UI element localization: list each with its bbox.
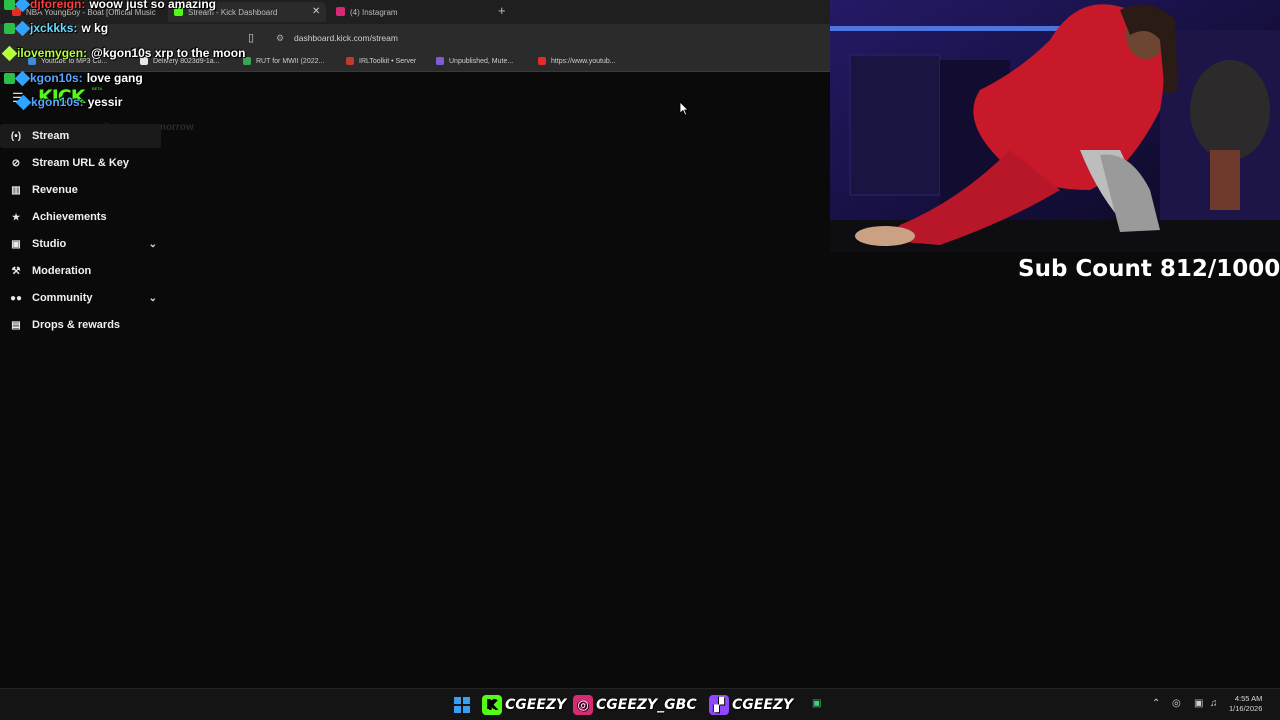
beta-badge: BETA [92, 86, 103, 91]
sidebar-item-label: Drops & rewards [32, 319, 121, 331]
bookmark-label: https://www.youtub... [551, 57, 616, 65]
chat-badge-icon [1, 45, 18, 61]
chat-username: ilovemygen: [17, 46, 88, 60]
twitch-handle: ▞ CGEEZY [709, 694, 793, 716]
sidebar-item-stream-url-key[interactable]: ⊘ Stream URL & Key [0, 151, 161, 175]
sidebar-item-achievements[interactable]: ★ Achievements [0, 205, 161, 229]
url-text: dashboard.kick.com/stream [294, 33, 398, 43]
chat-username: jxckkks: [30, 21, 78, 35]
terminal-icon[interactable]: ▣ [812, 698, 821, 709]
chat-text: woow just so amazing [89, 0, 217, 11]
bookmark-favicon-icon [346, 57, 354, 65]
tab-label: (4) Instagram [350, 7, 398, 17]
sidebar-item-label: Studio [32, 238, 67, 250]
users-icon: ●● [9, 292, 23, 304]
chevron-up-icon[interactable]: ⌃ [1152, 698, 1160, 709]
sidebar-item-label: Stream [32, 130, 70, 142]
screen: NBA YoungBoy - Boat [Official Music Stre… [0, 0, 1280, 720]
sidebar-item-label: Revenue [32, 184, 78, 196]
mouse-cursor-icon [679, 101, 689, 116]
sub-count-overlay: Sub Count 812/1000 [1018, 256, 1280, 282]
clock-time: 4:55 AM [1234, 694, 1263, 703]
bookmark-label: Unpublished, Mute... [449, 57, 514, 65]
sidebar-item-revenue[interactable]: ▥ Revenue [0, 178, 161, 202]
webcam-feed [830, 0, 1280, 252]
sidebar-item-community[interactable]: ●● Community ⌄ [0, 286, 161, 310]
bookmark-label: IRLToolkit • Server [359, 57, 417, 65]
chat-text: love gang [86, 71, 143, 85]
volume-icon[interactable]: ♫ [1210, 698, 1218, 709]
bookmark-label: RUT for MWII (2022... [256, 57, 325, 65]
chat-message: djforeign: woow just so amazing [4, 0, 217, 12]
kick-handle: K CGEEZY [482, 694, 566, 716]
chat-text: @kgon10s xrp to the moon [91, 46, 246, 60]
sidebar-item-studio[interactable]: ▣ Studio ⌄ [0, 232, 161, 256]
clock-date: 1/16/2026 [1229, 704, 1263, 713]
sidebar-item-drops-rewards[interactable]: ▤ Drops & rewards [0, 313, 161, 337]
bookmark-favicon-icon [436, 57, 444, 65]
hammer-icon: ⚒ [11, 265, 21, 277]
sidebar-item-stream[interactable]: (•) Stream [0, 124, 161, 148]
chat-message: kgon10s: love gang [4, 70, 143, 86]
bookmark-item[interactable]: Unpublished, Mute... [436, 57, 513, 65]
bookmark-item[interactable]: RUT for MWII (2022... [243, 57, 324, 65]
chat-text: w kg [81, 21, 109, 35]
new-tab-button[interactable]: + [498, 3, 506, 18]
kick-handle-text: CGEEZY [505, 697, 567, 713]
sidebar-item-moderation[interactable]: ⚒ Moderation [0, 259, 161, 283]
trophy-icon: ★ [11, 211, 21, 222]
bookmark-star-icon[interactable]: ▯ [248, 31, 254, 44]
chart-icon: ▥ [11, 184, 21, 196]
kick-icon: K [482, 695, 502, 715]
close-tab-icon[interactable]: ✕ [312, 6, 320, 17]
chat-username: kgon10s: [30, 71, 83, 85]
instagram-favicon-icon [336, 7, 345, 16]
chat-message: kgon10s: yessir [4, 94, 123, 110]
chat-badge-icon [14, 0, 31, 12]
sidebar-item-label: Community [32, 292, 93, 304]
chat-badge-icon [4, 0, 15, 10]
windows-start-icon[interactable] [454, 697, 470, 713]
network-icon[interactable]: ▣ [1194, 698, 1203, 709]
url-field[interactable]: ⚙ dashboard.kick.com/stream [270, 29, 810, 47]
tab-instagram[interactable]: (4) Instagram [330, 2, 490, 22]
chevron-down-icon[interactable]: ⌄ [149, 293, 157, 304]
twitch-icon: ▞ [709, 695, 729, 715]
chat-username: djforeign: [30, 0, 86, 11]
site-info-icon[interactable]: ⚙ [276, 33, 284, 44]
bookmark-favicon-icon [538, 57, 546, 65]
sidebar-item-label: Achievements [32, 211, 107, 223]
bookmark-item[interactable]: IRLToolkit • Server [346, 57, 416, 65]
chat-message: ilovemygen: @kgon10s xrp to the moon [1, 45, 246, 61]
chat-username: kgon10s: [31, 95, 84, 109]
link-icon: ⊘ [11, 157, 21, 169]
instagram-icon: ◎ [573, 695, 593, 715]
chat-badge-icon [15, 94, 32, 110]
chat-text: yessir [87, 95, 123, 109]
bookmark-item[interactable]: https://www.youtub... [538, 57, 616, 65]
gift-icon: ▤ [11, 319, 21, 331]
sidebar-item-label: Moderation [32, 265, 92, 277]
chat-message: jxckkks: w kg [4, 20, 109, 36]
windows-taskbar: K CGEEZY ◎ CGEEZY_GBC ▞ CGEEZY ▣ ⌃ ◎ ▣ ♫… [0, 688, 1280, 720]
chevron-down-icon[interactable]: ⌄ [149, 239, 157, 250]
chat-badge-icon [14, 70, 31, 86]
twitch-handle-text: CGEEZY [732, 697, 794, 713]
broadcast-icon: (•) [10, 130, 22, 142]
instagram-handle: ◎ CGEEZY_GBC [573, 694, 697, 716]
microphone-icon[interactable]: ◎ [1172, 698, 1181, 709]
system-clock[interactable]: 4:55 AM 1/16/2026 [1229, 694, 1262, 714]
webcam-image [830, 0, 1280, 252]
instagram-handle-text: CGEEZY_GBC [596, 697, 697, 713]
studio-icon: ▣ [11, 238, 21, 250]
chat-badge-icon [14, 20, 31, 36]
sidebar-item-label: Stream URL & Key [32, 157, 129, 169]
